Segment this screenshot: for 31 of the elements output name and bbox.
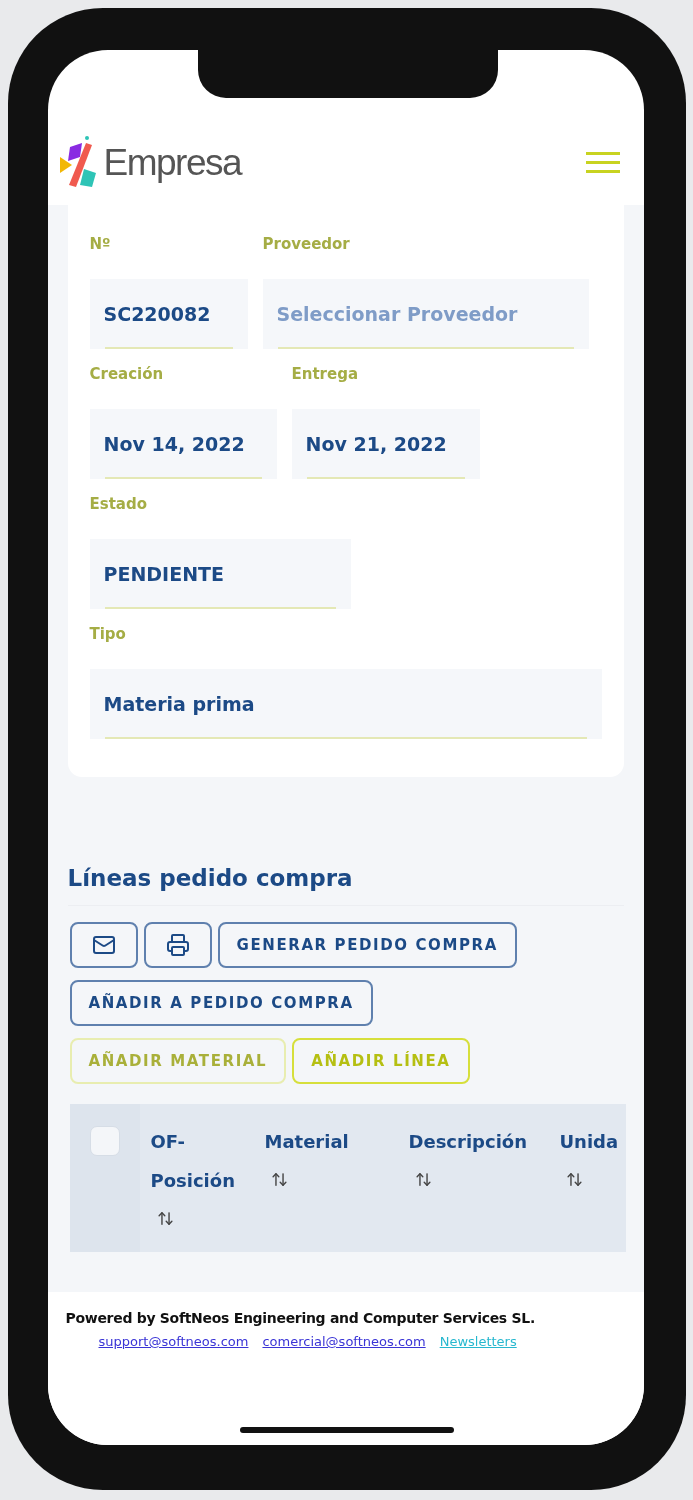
- field-label: Tipo: [89, 625, 127, 643]
- printer-icon: [165, 933, 190, 957]
- input-field[interactable]: SC220082: [89, 279, 248, 349]
- footer-link[interactable]: support@softneos.com: [98, 1334, 249, 1349]
- column-header[interactable]: Material: [264, 1122, 398, 1161]
- input-field[interactable]: Nov 21, 2022: [291, 409, 480, 479]
- mail-icon: [91, 933, 116, 957]
- field-label: Nº: [89, 235, 112, 253]
- logo-text: Empresa: [103, 142, 242, 184]
- field-label: Creación: [89, 365, 165, 383]
- print-button[interactable]: [143, 922, 212, 968]
- sort-icon[interactable]: [414, 1171, 432, 1188]
- sort-icon[interactable]: [156, 1210, 174, 1227]
- action-button[interactable]: AÑADIR A PEDIDO COMPRA: [69, 980, 373, 1026]
- email-button[interactable]: [69, 922, 138, 968]
- footer-text: Powered by SoftNeos Engineering and Computer Services SL.: [65, 1310, 536, 1326]
- column-header[interactable]: OF-Posición: [150, 1122, 254, 1200]
- sort-icon[interactable]: [270, 1171, 288, 1188]
- input-field[interactable]: Nov 14, 2022: [89, 409, 277, 479]
- action-button[interactable]: GENERAR PEDIDO COMPRA: [217, 922, 517, 968]
- column-header[interactable]: Descripción: [408, 1122, 549, 1161]
- field-label: Estado: [89, 495, 148, 513]
- field-label: Entrega: [291, 365, 360, 383]
- input-field[interactable]: PENDIENTE: [89, 539, 351, 609]
- sort-icon[interactable]: [565, 1171, 583, 1188]
- section-title: Líneas pedido compra: [67, 865, 354, 891]
- column-header[interactable]: Unida: [559, 1122, 626, 1161]
- field-label: Proveedor: [262, 235, 351, 253]
- footer-link[interactable]: comercial@softneos.com: [262, 1334, 426, 1349]
- input-field[interactable]: Materia prima: [89, 669, 602, 739]
- select-all-checkbox[interactable]: [89, 1126, 120, 1156]
